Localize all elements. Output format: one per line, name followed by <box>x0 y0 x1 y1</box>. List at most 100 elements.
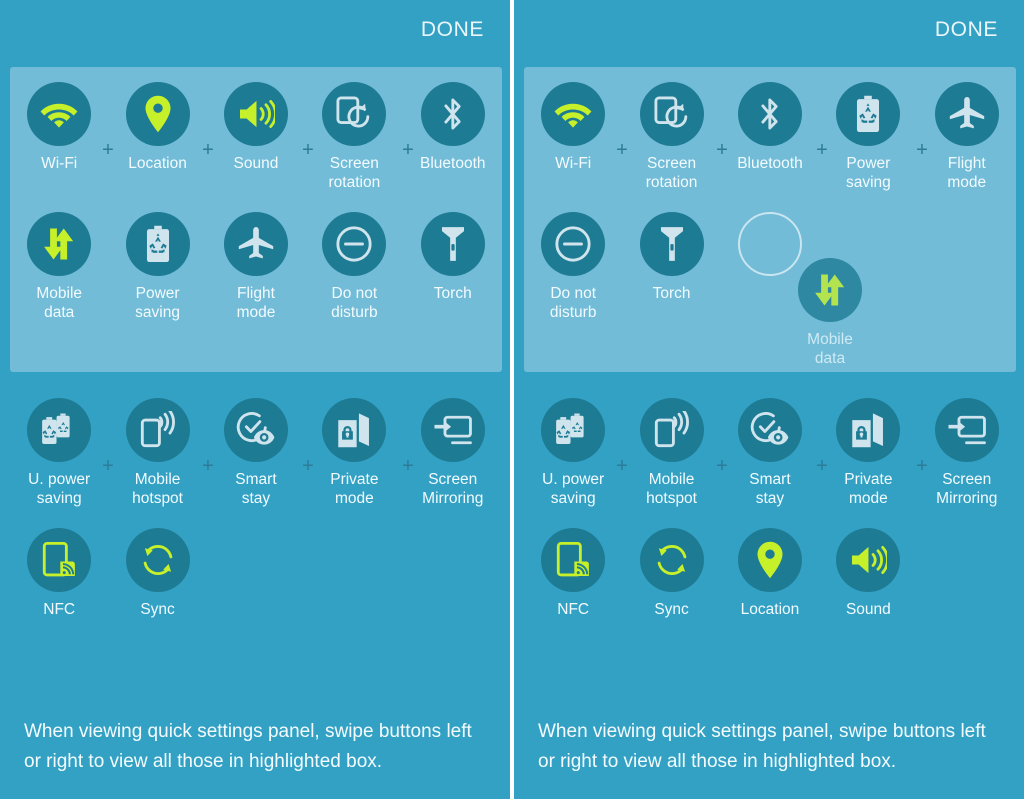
tile-label: Mobile data <box>36 285 83 321</box>
right-panel: DONE Wi-Fi Screen rotation Bluetooth Pow… <box>514 0 1024 799</box>
ultra-power-saving-icon <box>39 412 79 448</box>
plus-separator-icon: + <box>102 139 114 161</box>
tile-label: Wi-Fi <box>41 155 78 172</box>
sound-speaker-icon <box>849 544 888 576</box>
quick-settings-grid-available: U. power saving Mobile hotspot Smart sta… <box>10 388 502 648</box>
mobile-data-icon <box>811 273 849 307</box>
tile-mobile-hotspot[interactable]: Mobile hotspot <box>622 388 720 518</box>
tile-do-not-disturb[interactable]: Do not disturb <box>524 202 622 332</box>
tile-row: Mobile data Power saving Flight mode Do … <box>10 202 502 332</box>
screen-rotation-icon <box>336 96 372 132</box>
power-saving-icon <box>143 225 173 263</box>
quick-settings-grid-highlighted: Wi-Fi Location Sound Screen rotation Blu… <box>10 72 502 332</box>
tile-screen-rotation[interactable]: Screen rotation <box>622 72 720 202</box>
sync-icon <box>140 542 176 578</box>
tile-circle <box>639 528 704 592</box>
tile-flight-mode[interactable]: Flight mode <box>207 202 305 332</box>
tile-smart-stay[interactable]: Smart stay <box>207 388 305 518</box>
tile-sync[interactable]: Sync <box>622 518 720 648</box>
panel-header: DONE <box>514 0 1024 60</box>
panel-header: DONE <box>0 0 510 60</box>
tile-label: Smart stay <box>749 471 791 507</box>
tile-smart-stay[interactable]: Smart stay <box>721 388 819 518</box>
tile-label: Sound <box>233 155 279 172</box>
smart-stay-icon <box>236 412 276 448</box>
wifi-icon <box>554 99 592 129</box>
tile-u-power-saving[interactable]: U. power saving <box>10 388 108 518</box>
plus-separator-icon: + <box>202 139 214 161</box>
tile-label: U. power saving <box>28 471 91 507</box>
tile-label: Power saving <box>135 285 180 321</box>
tile-circle <box>125 528 190 592</box>
tile-label: U. power saving <box>542 471 605 507</box>
tile-row: U. power saving Mobile hotspot Smart sta… <box>524 388 1016 518</box>
tile-circle <box>737 398 802 462</box>
nfc-icon <box>556 541 590 579</box>
tile-circle <box>836 398 901 462</box>
tile-bluetooth[interactable]: Bluetooth <box>404 72 502 202</box>
tile-slot-empty <box>207 518 305 648</box>
tile-private-mode[interactable]: Private mode <box>819 388 917 518</box>
tile-circle <box>223 82 288 146</box>
bluetooth-icon <box>440 95 466 133</box>
tile-u-power-saving[interactable]: U. power saving <box>524 388 622 518</box>
tile-screen-mirroring[interactable]: Screen Mirroring <box>404 388 502 518</box>
tile-screen-mirroring[interactable]: Screen Mirroring <box>918 388 1016 518</box>
tile-sound[interactable]: Sound <box>819 518 917 648</box>
plus-separator-icon: + <box>816 455 828 477</box>
tile-flight-mode[interactable]: Flight mode <box>918 72 1016 202</box>
tile-bluetooth[interactable]: Bluetooth <box>721 72 819 202</box>
panel-caption: When viewing quick settings panel, swipe… <box>538 721 986 772</box>
power-saving-icon <box>853 95 883 133</box>
tile-mobile-hotspot[interactable]: Mobile hotspot <box>108 388 206 518</box>
screen-mirroring-icon <box>433 413 473 447</box>
tile-circle <box>125 82 190 146</box>
tile-label: Screen rotation <box>328 155 381 191</box>
tile-circle <box>541 212 606 276</box>
tile-wi-fi[interactable]: Wi-Fi <box>524 72 622 202</box>
tile-label: Sound <box>845 601 891 618</box>
plus-separator-icon: + <box>102 455 114 477</box>
tile-circle <box>125 398 190 462</box>
tile-label: Bluetooth <box>420 155 486 172</box>
tile-sound[interactable]: Sound <box>207 72 305 202</box>
tile-do-not-disturb[interactable]: Do not disturb <box>305 202 403 332</box>
tile-circle <box>223 212 288 276</box>
nfc-icon <box>42 541 76 579</box>
plus-separator-icon: + <box>716 455 728 477</box>
done-button[interactable]: DONE <box>421 18 484 42</box>
tile-location[interactable]: Location <box>721 518 819 648</box>
tile-power-saving[interactable]: Power saving <box>819 72 917 202</box>
tile-power-saving[interactable]: Power saving <box>108 202 206 332</box>
tile-torch[interactable]: Torch <box>622 202 720 332</box>
plus-separator-icon: + <box>302 455 314 477</box>
tile-location[interactable]: Location <box>108 72 206 202</box>
tile-circle <box>420 82 485 146</box>
plus-separator-icon: + <box>916 455 928 477</box>
torch-icon <box>440 225 466 263</box>
tile-wi-fi[interactable]: Wi-Fi <box>10 72 108 202</box>
mobile-hotspot-icon <box>139 411 177 449</box>
tile-label: Wi-Fi <box>555 155 592 172</box>
tile-slot-empty <box>404 518 502 648</box>
tile-sync[interactable]: Sync <box>108 518 206 648</box>
tile-label: Screen Mirroring <box>422 471 484 507</box>
tile-circle <box>737 82 802 146</box>
tile-circle <box>737 528 802 592</box>
done-button[interactable]: DONE <box>935 18 998 42</box>
dragging-tile-mobile-data[interactable]: Mobile data <box>782 258 878 368</box>
tile-mobile-data[interactable]: Mobile data <box>10 202 108 332</box>
left-panel: DONE Wi-Fi Location Sound Screen rotatio… <box>0 0 510 799</box>
tile-nfc[interactable]: NFC <box>10 518 108 648</box>
tile-torch[interactable]: Torch <box>404 202 502 332</box>
tile-circle <box>836 82 901 146</box>
tile-private-mode[interactable]: Private mode <box>305 388 403 518</box>
tile-slot-empty <box>305 518 403 648</box>
tile-circle <box>639 398 704 462</box>
plus-separator-icon: + <box>202 455 214 477</box>
sound-speaker-icon <box>237 98 275 130</box>
tile-nfc[interactable]: NFC <box>524 518 622 648</box>
tile-screen-rotation[interactable]: Screen rotation <box>305 72 403 202</box>
tile-label: Flight mode <box>236 285 276 321</box>
tile-label: Screen rotation <box>645 155 698 191</box>
